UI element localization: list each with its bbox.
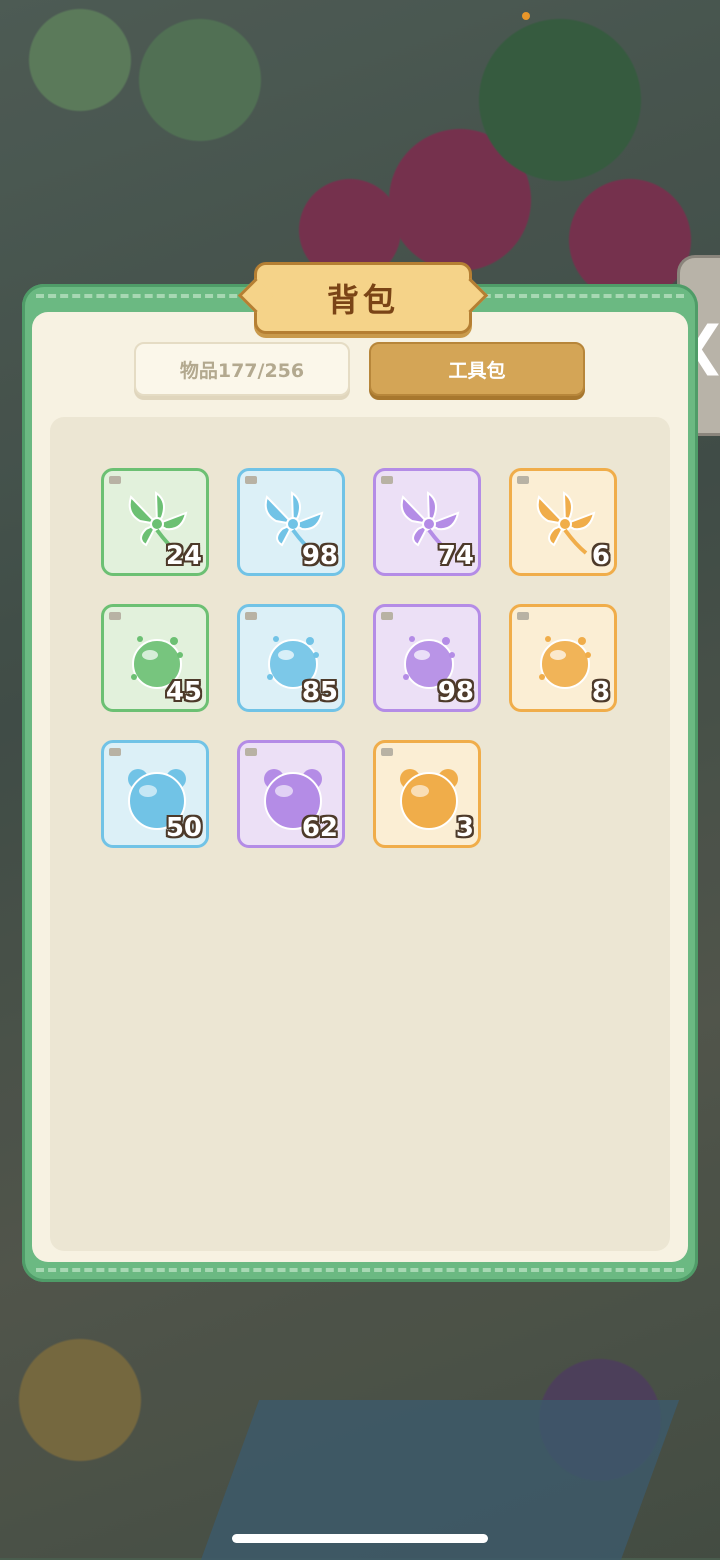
item-count: 98: [301, 541, 338, 571]
tab-toolkit[interactable]: 工具包: [369, 342, 585, 396]
tab-items[interactable]: 物品177/256: [134, 342, 350, 396]
tab-items-label: 物品177/256: [179, 359, 305, 382]
panel-bottom-dash: [36, 1268, 684, 1272]
item-slot-purple-bear-bubble[interactable]: 62: [237, 740, 345, 848]
title-plate: 背包: [254, 262, 472, 334]
item-slot-purple-orb[interactable]: 98: [373, 604, 481, 712]
item-count: 8: [591, 677, 610, 707]
item-count: 45: [165, 677, 202, 707]
item-slot-orange-bear-bubble[interactable]: 3: [373, 740, 481, 848]
item-count: 24: [165, 541, 202, 571]
tab-toolkit-label: 工具包: [448, 359, 506, 382]
item-count: 3: [455, 813, 474, 843]
item-count: 98: [437, 677, 474, 707]
item-count: 74: [437, 541, 474, 571]
notification-dot: [522, 12, 530, 20]
item-count: 62: [301, 813, 338, 843]
item-slot-blue-bear-bubble[interactable]: 50: [101, 740, 209, 848]
item-slot-gold-orb[interactable]: 8: [509, 604, 617, 712]
home-indicator: [232, 1534, 488, 1543]
item-slot-gold-pinwheel[interactable]: 6: [509, 468, 617, 576]
item-slot-blue-pinwheel[interactable]: 98: [237, 468, 345, 576]
item-count: 50: [165, 813, 202, 843]
item-count: 6: [591, 541, 610, 571]
item-slot-green-orb[interactable]: 45: [101, 604, 209, 712]
panel-title: 背包: [326, 281, 399, 319]
item-slot-green-pinwheel[interactable]: 24: [101, 468, 209, 576]
item-slot-blue-orb[interactable]: 85: [237, 604, 345, 712]
item-count: 85: [301, 677, 338, 707]
item-slot-purple-pinwheel[interactable]: 74: [373, 468, 481, 576]
